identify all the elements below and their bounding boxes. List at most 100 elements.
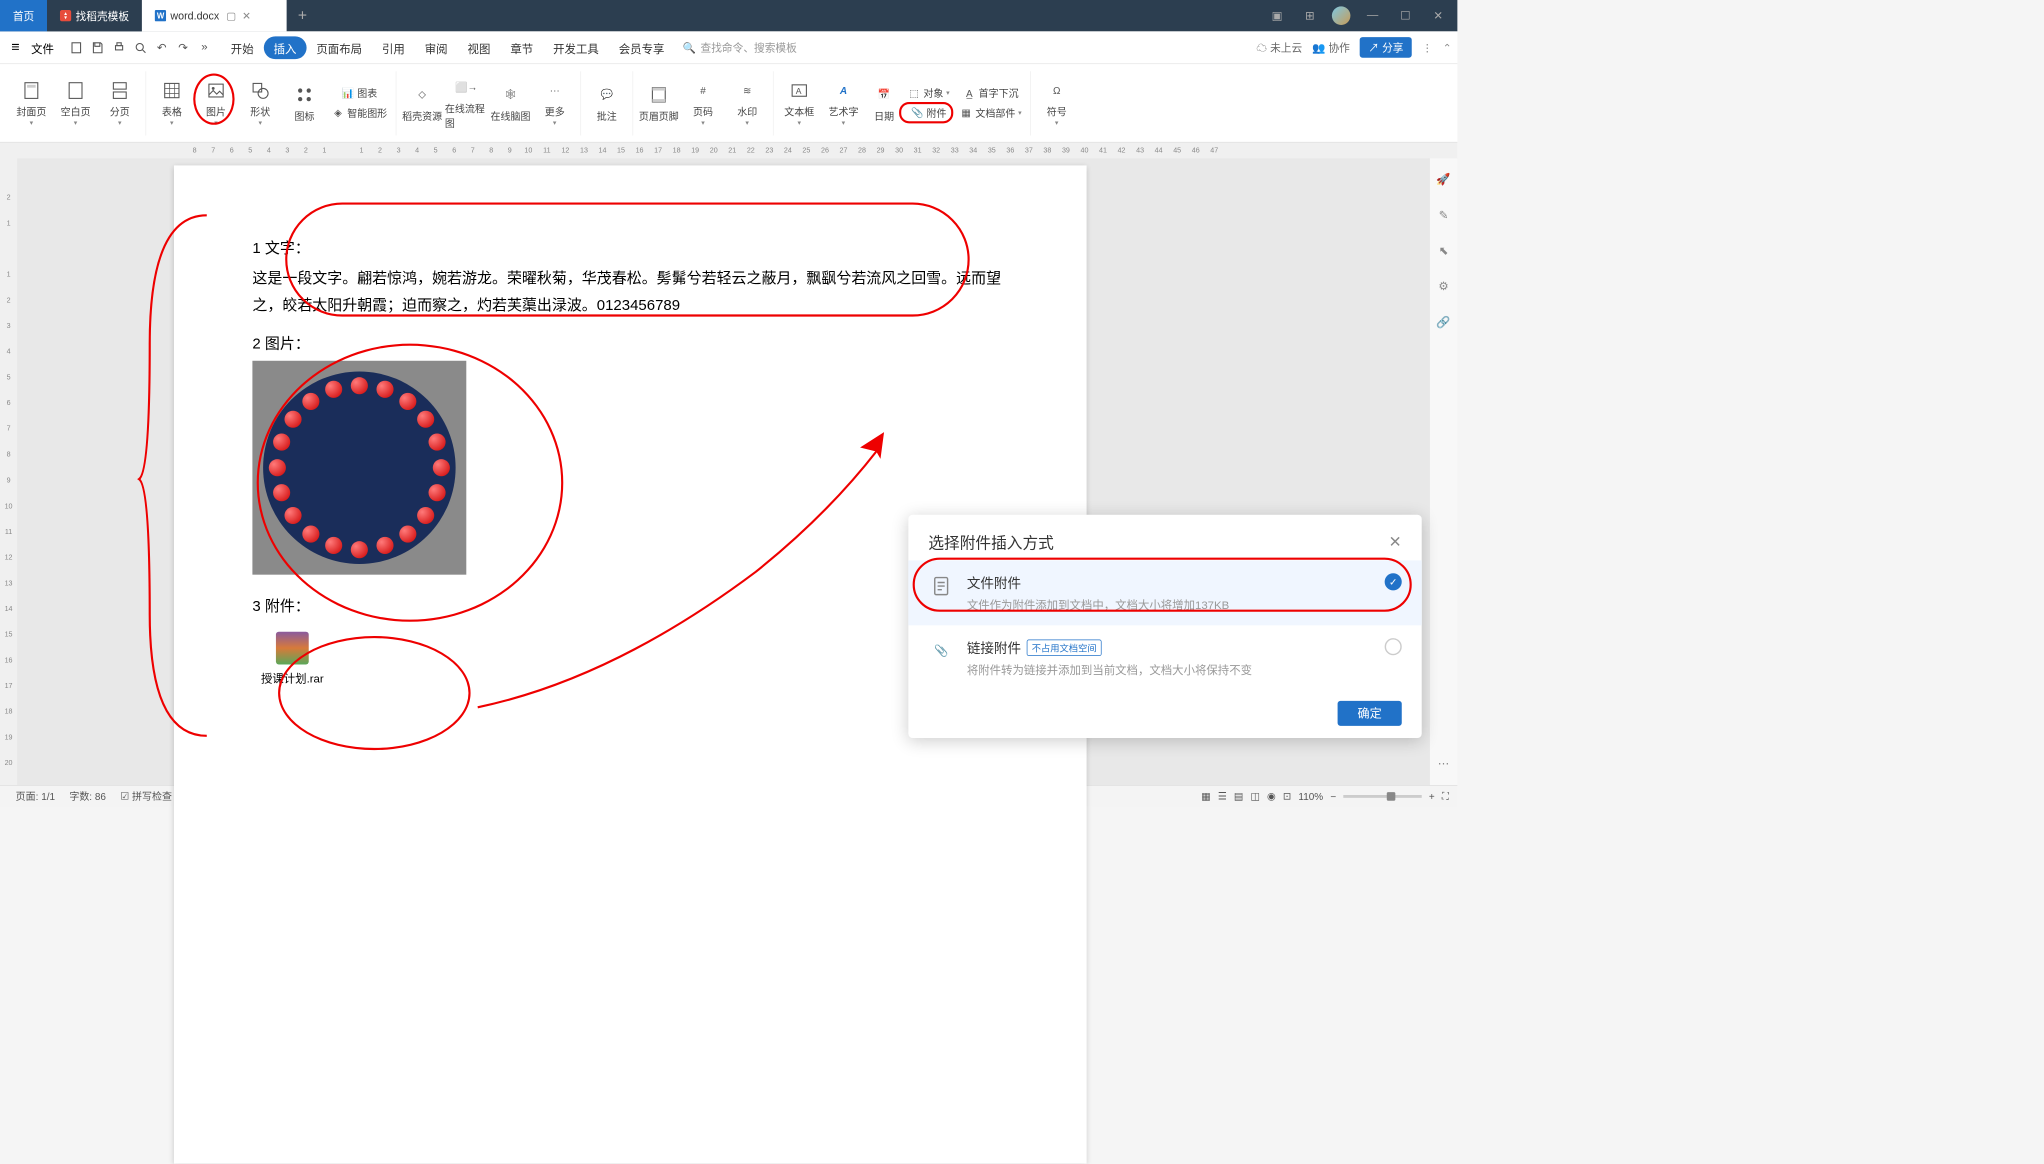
menubar-more-icon[interactable]: ⋮ bbox=[1422, 41, 1433, 54]
horizontal-ruler[interactable]: 8765432112345678910111213141516171819202… bbox=[0, 143, 1457, 159]
ribbon-smart-graphic[interactable]: ◈智能图形 bbox=[327, 104, 391, 123]
window-maximize[interactable]: ☐ bbox=[1395, 9, 1416, 23]
collab-button[interactable]: 👥 协作 bbox=[1312, 40, 1350, 55]
menu-tab-dev[interactable]: 开发工具 bbox=[543, 39, 609, 56]
qat-print-icon[interactable] bbox=[111, 40, 127, 56]
embedded-attachment[interactable]: 授课计划.rar bbox=[252, 623, 332, 694]
side-link-icon[interactable]: 🔗 bbox=[1436, 315, 1450, 329]
option-2-badge: 不占用文档空间 bbox=[1027, 640, 1102, 656]
ribbon-date[interactable]: 📅日期 bbox=[866, 75, 902, 132]
ribbon-docpart[interactable]: ▦文档部件▾ bbox=[955, 104, 1026, 123]
search-box[interactable]: 🔍 查找命令、搜索模板 bbox=[674, 40, 805, 55]
link-attach-option-icon: 📎 bbox=[928, 638, 954, 664]
ribbon-flowchart[interactable]: ⬜→在线流程图 bbox=[445, 75, 488, 132]
ribbon-cover-page[interactable]: 封面页▾ bbox=[10, 75, 53, 132]
view-read-icon[interactable]: ◫ bbox=[1250, 790, 1259, 802]
fullscreen-icon[interactable]: ⛶ bbox=[1442, 790, 1449, 802]
menu-tab-section[interactable]: 章节 bbox=[500, 39, 543, 56]
menubar-expand-icon[interactable]: ⌃ bbox=[1443, 41, 1452, 54]
annotation-arrow bbox=[471, 429, 899, 714]
option-2-title: 链接附件 bbox=[967, 638, 1021, 657]
ribbon-page-number[interactable]: #页码▾ bbox=[682, 75, 725, 132]
zoom-slider[interactable] bbox=[1343, 795, 1421, 798]
ribbon-attachment[interactable]: 📎附件 bbox=[903, 104, 954, 123]
option-link-attachment[interactable]: 📎 链接附件不占用文档空间 将附件转为链接并添加到当前文档，文档大小将保持不变 bbox=[908, 625, 1421, 690]
resource-icon: ◇ bbox=[411, 83, 434, 106]
zoom-fit-icon[interactable]: ⊡ bbox=[1283, 790, 1291, 802]
grid-apps-icon[interactable]: ⊞ bbox=[1299, 9, 1320, 23]
vertical-ruler[interactable]: 211234567891011121314151617181920 bbox=[0, 158, 17, 785]
option-1-desc: 文件作为附件添加到文档中，文档大小将增加137KB bbox=[967, 595, 1372, 612]
qat-new-icon[interactable] bbox=[68, 40, 84, 56]
user-avatar[interactable] bbox=[1332, 6, 1351, 25]
option-2-desc: 将附件转为链接并添加到当前文档，文档大小将保持不变 bbox=[967, 660, 1372, 677]
status-page[interactable]: 页面: 1/1 bbox=[9, 789, 63, 803]
zoom-out[interactable]: − bbox=[1330, 790, 1336, 801]
ribbon-watermark[interactable]: ≋水印▾ bbox=[726, 75, 769, 132]
share-button[interactable]: ↗ 分享 bbox=[1360, 37, 1412, 58]
view-focus-icon[interactable]: ◉ bbox=[1267, 790, 1276, 802]
ribbon-chart[interactable]: 📊图表 bbox=[327, 84, 391, 103]
tab-document[interactable]: W word.docx ▢ ✕ bbox=[142, 0, 287, 31]
ribbon-dropcap[interactable]: A̲首字下沉 bbox=[955, 84, 1026, 103]
tab-template[interactable]: 找稻壳模板 bbox=[47, 0, 142, 31]
menu-tab-layout[interactable]: 页面布局 bbox=[306, 39, 372, 56]
ribbon: 封面页▾ 空白页▾ 分页▾ 表格▾ 图片▾ 形状▾ 图标 📊图表 ◈智能图形 ◇… bbox=[0, 64, 1457, 142]
qat-redo-icon[interactable]: ↷ bbox=[175, 40, 191, 56]
qat-save-icon[interactable] bbox=[90, 40, 106, 56]
ribbon-shape[interactable]: 形状▾ bbox=[239, 75, 282, 132]
zoom-level[interactable]: 110% bbox=[1298, 790, 1323, 801]
ribbon-more[interactable]: ⋯更多▾ bbox=[533, 75, 576, 132]
ribbon-textbox[interactable]: A文本框▾ bbox=[778, 75, 821, 132]
ribbon-icon[interactable]: 图标 bbox=[283, 75, 326, 132]
ribbon-mindmap[interactable]: 🕸在线脑图 bbox=[489, 75, 532, 132]
side-settings-icon[interactable]: ⚙ bbox=[1438, 279, 1448, 293]
option-1-radio[interactable] bbox=[1385, 573, 1402, 590]
embedded-image[interactable] bbox=[252, 360, 466, 574]
qat-preview-icon[interactable] bbox=[132, 40, 148, 56]
ribbon-object[interactable]: ⬚对象▾ bbox=[903, 84, 954, 103]
ribbon-table[interactable]: 表格▾ bbox=[150, 75, 193, 132]
docpart-icon: ▦ bbox=[960, 107, 973, 120]
menu-tab-insert[interactable]: 插入 bbox=[264, 36, 307, 59]
confirm-button[interactable]: 确定 bbox=[1338, 701, 1402, 726]
ribbon-header-footer[interactable]: 页眉页脚 bbox=[637, 75, 680, 132]
window-close[interactable]: ✕ bbox=[1427, 9, 1448, 23]
ribbon-picture[interactable]: 图片▾ bbox=[195, 75, 238, 132]
ribbon-blank-page[interactable]: 空白页▾ bbox=[54, 75, 97, 132]
cloud-status[interactable]: ☁ 未上云 bbox=[1256, 40, 1302, 55]
menu-hamburger-icon[interactable]: ≡ bbox=[6, 39, 26, 55]
file-menu[interactable]: 文件 bbox=[25, 39, 59, 56]
side-more-icon[interactable]: ⋯ bbox=[1438, 756, 1449, 770]
view-page-icon[interactable]: ▦ bbox=[1201, 790, 1210, 802]
tab-home[interactable]: 首页 bbox=[0, 0, 47, 31]
menu-tab-start[interactable]: 开始 bbox=[221, 39, 264, 56]
option-2-radio[interactable] bbox=[1385, 638, 1402, 655]
side-pencil-icon[interactable]: ✎ bbox=[1439, 208, 1449, 222]
window-minimize[interactable]: — bbox=[1362, 9, 1383, 22]
qat-undo-icon[interactable]: ↶ bbox=[154, 40, 170, 56]
ribbon-page-break[interactable]: 分页▾ bbox=[98, 75, 141, 132]
ribbon-wordart[interactable]: A艺术字▾ bbox=[822, 75, 865, 132]
zoom-in[interactable]: + bbox=[1429, 790, 1435, 801]
menu-tab-view[interactable]: 视图 bbox=[458, 39, 501, 56]
view-web-icon[interactable]: ▤ bbox=[1234, 790, 1243, 802]
side-rocket-icon[interactable]: 🚀 bbox=[1436, 173, 1450, 187]
tab-add[interactable]: + bbox=[287, 6, 318, 25]
dialog-close-icon[interactable]: ✕ bbox=[1389, 533, 1402, 552]
menu-tab-review[interactable]: 审阅 bbox=[415, 39, 458, 56]
tab-close-icon[interactable]: ✕ bbox=[242, 9, 251, 22]
option-file-attachment[interactable]: 文件附件 文件作为附件添加到文档中，文档大小将增加137KB bbox=[908, 560, 1421, 625]
ribbon-comment[interactable]: 💬批注 bbox=[585, 75, 628, 132]
side-cursor-icon[interactable]: ⬉ bbox=[1439, 244, 1449, 258]
qat-overflow-icon[interactable]: » bbox=[197, 40, 213, 56]
ribbon-resource[interactable]: ◇稻壳资源 bbox=[401, 75, 444, 132]
ribbon-symbol[interactable]: Ω符号▾ bbox=[1035, 75, 1078, 132]
view-outline-icon[interactable]: ☰ bbox=[1218, 790, 1227, 802]
menu-tab-member[interactable]: 会员专享 bbox=[609, 39, 675, 56]
menu-tab-reference[interactable]: 引用 bbox=[372, 39, 415, 56]
status-wordcount[interactable]: 字数: 86 bbox=[62, 789, 113, 803]
panel-toggle-icon[interactable]: ▣ bbox=[1266, 9, 1287, 23]
tab-restore-icon[interactable]: ▢ bbox=[226, 9, 236, 22]
header-footer-icon bbox=[647, 83, 670, 106]
